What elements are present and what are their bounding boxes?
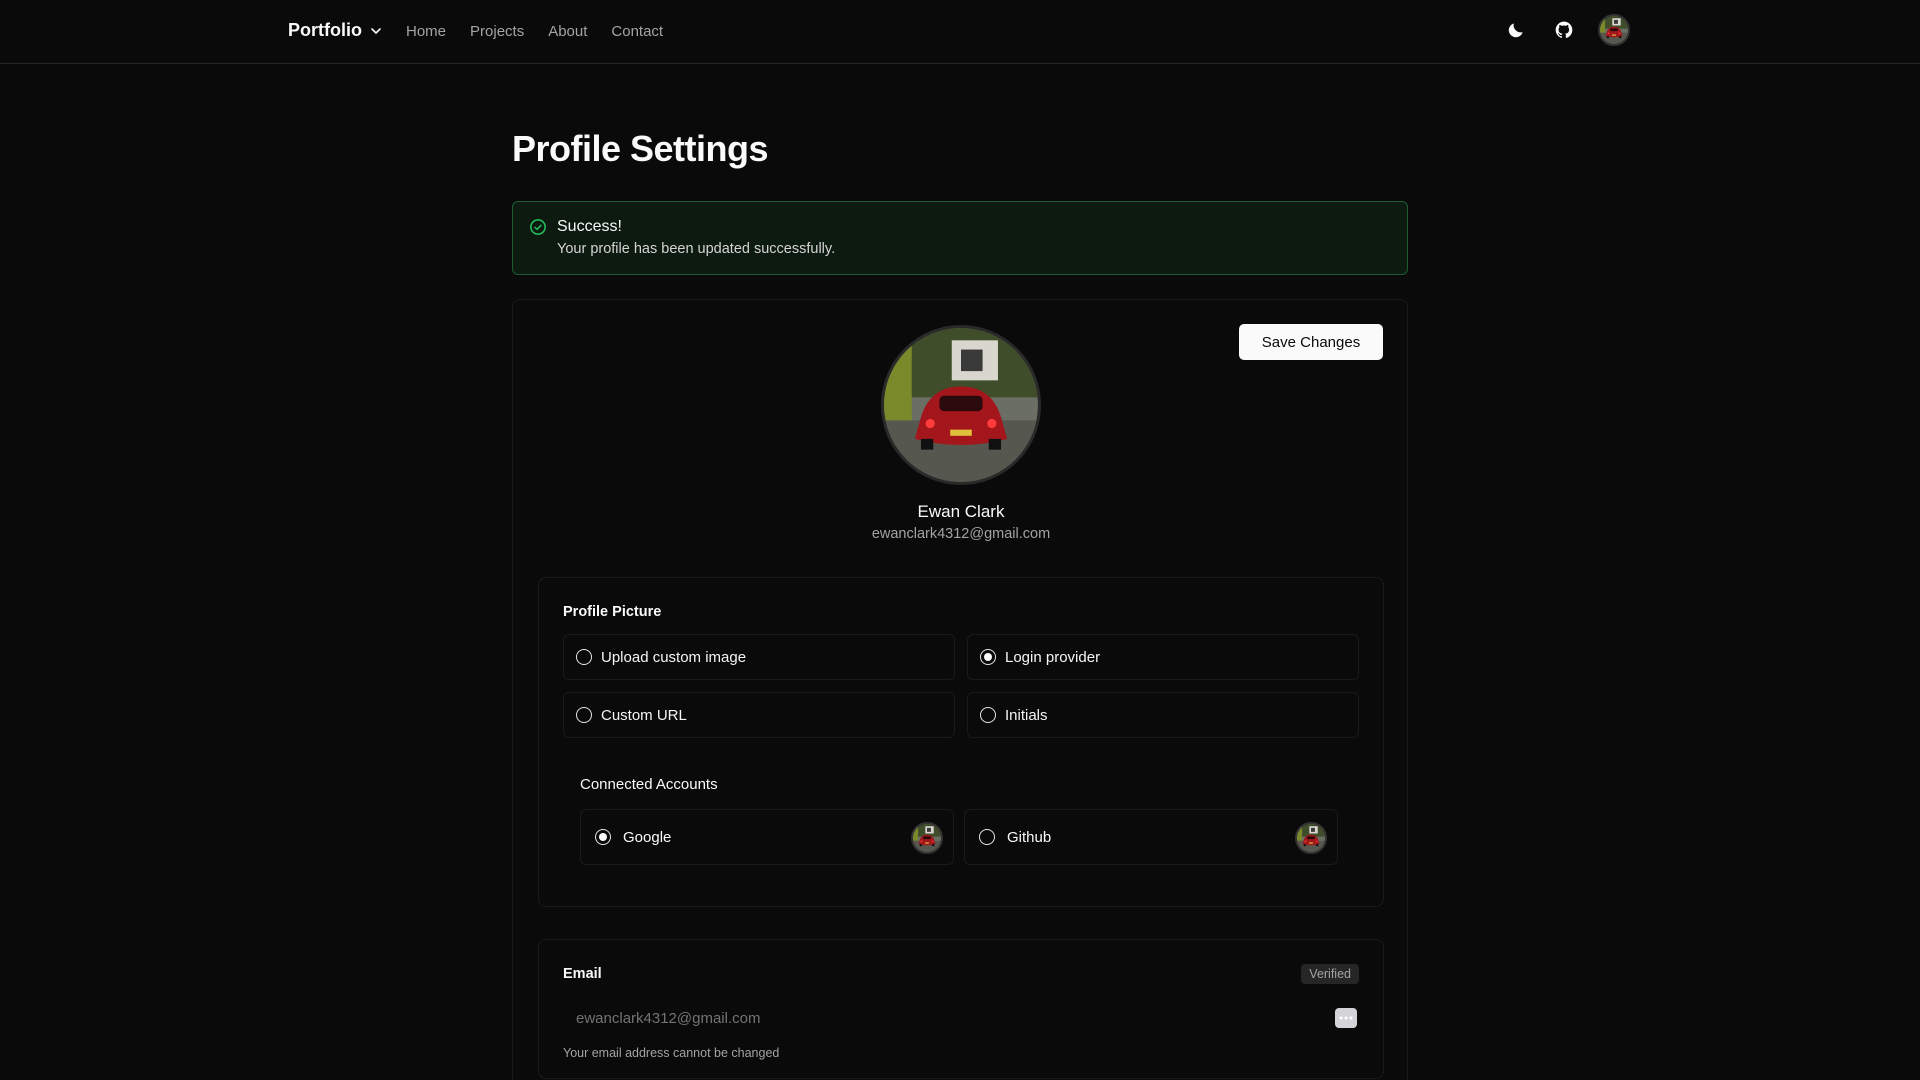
user-name: Ewan Clark	[917, 502, 1005, 521]
brand-label: Portfolio	[288, 20, 362, 40]
option-label: Login provider	[1005, 648, 1101, 666]
user-avatar-menu[interactable]	[1598, 14, 1630, 46]
alert-title: Success!	[557, 218, 622, 235]
success-alert: Success! Your profile has been updated s…	[512, 201, 1408, 275]
nav-links: Home Projects About Contact	[406, 23, 663, 40]
nav-link-projects[interactable]: Projects	[470, 23, 524, 40]
profile-picture-section: Profile Picture Upload custom image Logi…	[538, 577, 1384, 907]
account-avatar	[1295, 822, 1327, 854]
email-help-text: Your email address cannot be changed	[563, 1046, 780, 1060]
radio-icon[interactable]	[979, 829, 995, 845]
option-label: Custom URL	[601, 706, 687, 724]
chevron-down-icon	[371, 27, 381, 34]
radio-icon[interactable]	[576, 649, 592, 665]
option-initials[interactable]: Initials	[967, 692, 1359, 738]
page-title: Profile Settings	[512, 128, 769, 169]
email-section: Email Verified Your email address cannot…	[538, 939, 1384, 1079]
theme-toggle-button[interactable]	[1502, 16, 1530, 44]
nav-link-contact[interactable]: Contact	[611, 23, 663, 40]
check-circle-icon	[530, 219, 546, 235]
email-field[interactable]	[563, 998, 1361, 1038]
email-label: Email	[563, 966, 602, 982]
option-custom-url[interactable]: Custom URL	[563, 692, 955, 738]
account-label: Google	[623, 828, 672, 846]
verified-badge: Verified	[1301, 964, 1359, 984]
option-label: Initials	[1005, 706, 1048, 724]
radio-icon[interactable]	[595, 829, 611, 845]
option-upload-custom-image[interactable]: Upload custom image	[563, 634, 955, 680]
account-label: Github	[1007, 828, 1052, 846]
save-changes-button[interactable]: Save Changes	[1239, 324, 1383, 360]
option-label: Upload custom image	[601, 648, 747, 666]
nav-actions	[1502, 14, 1630, 46]
brand-menu[interactable]: Portfolio	[288, 20, 384, 41]
github-link-button[interactable]	[1550, 16, 1578, 44]
radio-icon[interactable]	[576, 707, 592, 723]
profile-avatar	[881, 325, 1041, 485]
option-login-provider[interactable]: Login provider	[967, 634, 1359, 680]
account-github[interactable]: Github	[964, 809, 1338, 865]
top-navbar: Portfolio Home Projects About Contact	[0, 0, 1920, 64]
alert-description: Your profile has been updated successful…	[557, 241, 836, 257]
moon-icon	[1508, 23, 1523, 38]
password-manager-button[interactable]	[1335, 1008, 1357, 1028]
account-avatar	[911, 822, 943, 854]
radio-icon[interactable]	[980, 707, 996, 723]
nav-link-home[interactable]: Home	[406, 23, 446, 40]
user-email: ewanclark4312@gmail.com	[871, 526, 1051, 542]
radio-icon[interactable]	[980, 649, 996, 665]
nav-link-about[interactable]: About	[548, 23, 587, 40]
account-google[interactable]: Google	[580, 809, 954, 865]
profile-card: Save Changes Ewan Clark ewanclark4312@gm…	[512, 299, 1408, 1080]
profile-picture-label: Profile Picture	[563, 604, 662, 620]
connected-accounts-title: Connected Accounts	[580, 776, 718, 793]
github-icon	[1555, 21, 1573, 39]
more-dots-icon	[1339, 1016, 1353, 1020]
